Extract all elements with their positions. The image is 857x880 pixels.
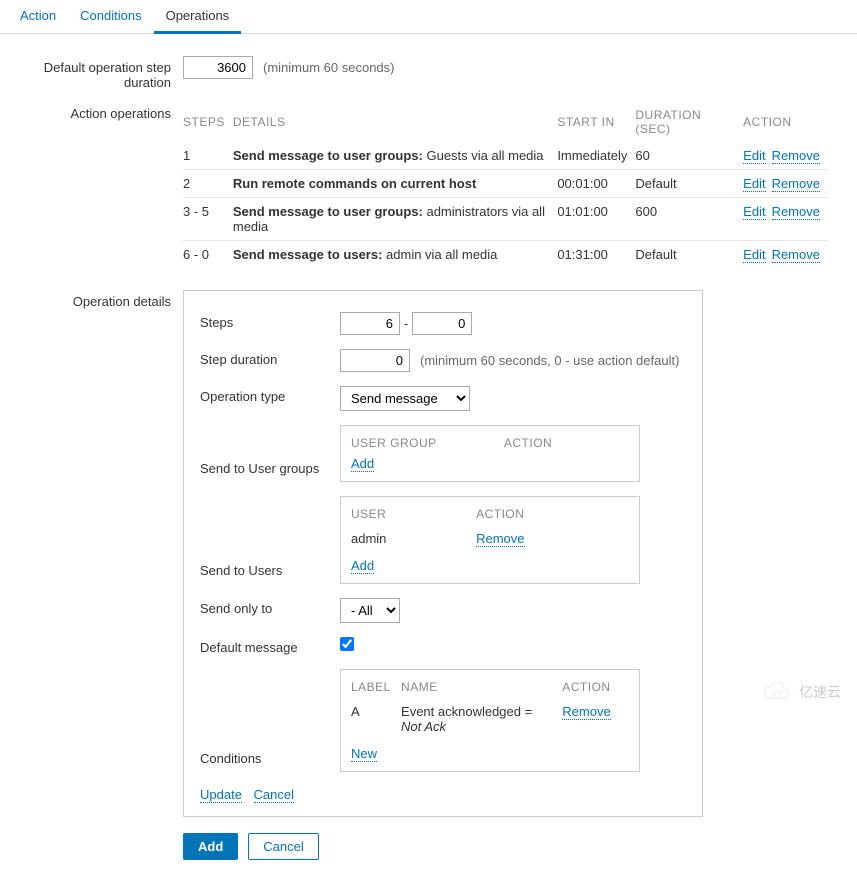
row-operation-details: Operation details Steps - Step duration …: [0, 284, 857, 823]
remove-link[interactable]: Remove: [772, 204, 820, 220]
tab-conditions[interactable]: Conditions: [68, 0, 153, 34]
cell-cond-label: A: [351, 700, 401, 738]
ops-row: 3 - 5 Send message to user groups: admin…: [183, 198, 828, 241]
th-user: USER: [351, 507, 476, 527]
th-cond-action: ACTION: [562, 680, 629, 700]
label-send-only-to: Send only to: [200, 598, 340, 616]
add-user-link[interactable]: Add: [351, 558, 374, 574]
hint-step-duration: (minimum 60 seconds, 0 - use action defa…: [420, 353, 679, 368]
row-default-step-duration: Default operation step duration (minimum…: [0, 50, 857, 96]
checkbox-default-message[interactable]: [340, 637, 354, 651]
remove-link[interactable]: Remove: [772, 148, 820, 164]
select-operation-type[interactable]: Send message: [340, 386, 470, 411]
th-startin: START IN: [557, 102, 635, 142]
label-action-ops: Action operations: [8, 102, 183, 121]
cell-dur: 600: [635, 198, 743, 241]
tab-action[interactable]: Action: [8, 0, 68, 34]
label-send-users: Send to Users: [200, 560, 340, 584]
th-cond-label: LABEL: [351, 680, 401, 700]
edit-link[interactable]: Edit: [743, 204, 765, 220]
hint-default-step: (minimum 60 seconds): [263, 60, 395, 75]
th-details: DETAILS: [233, 102, 557, 142]
cell-steps: 3 - 5: [183, 198, 233, 241]
operation-details-panel: Steps - Step duration (minimum 60 second…: [183, 290, 703, 817]
update-link[interactable]: Update: [200, 787, 242, 803]
cell-cond-name: Event acknowledged = Not Ack: [401, 700, 562, 738]
label-conditions: Conditions: [200, 748, 340, 772]
th-cond-name: NAME: [401, 680, 562, 700]
action-ops-table: STEPS DETAILS START IN DURATION (SEC) AC…: [183, 102, 828, 268]
watermark: 亿速云: [763, 682, 841, 702]
cell-start: Immediately: [557, 142, 635, 170]
remove-link[interactable]: Remove: [772, 176, 820, 192]
ops-row: 2 Run remote commands on current host 00…: [183, 170, 828, 198]
edit-link[interactable]: Edit: [743, 176, 765, 192]
th-action: ACTION: [743, 102, 828, 142]
remove-link[interactable]: Remove: [772, 247, 820, 263]
label-send-user-groups: Send to User groups: [200, 458, 340, 482]
cell-start: 01:31:00: [557, 241, 635, 269]
th-steps: STEPS: [183, 102, 233, 142]
new-condition-link[interactable]: New: [351, 746, 377, 762]
input-default-step-duration[interactable]: [183, 56, 253, 79]
add-button[interactable]: Add: [183, 833, 238, 860]
cloud-icon: [763, 682, 793, 702]
ops-row: 6 - 0 Send message to users: admin via a…: [183, 241, 828, 269]
conditions-box: LABEL NAME ACTION A Event acknowledged =…: [340, 669, 640, 772]
tab-operations[interactable]: Operations: [154, 0, 242, 34]
label-default-step: Default operation step duration: [8, 56, 183, 90]
cell-details: Send message to users: admin via all med…: [233, 241, 557, 269]
cell-details: Send message to user groups: Guests via …: [233, 142, 557, 170]
select-send-only-to[interactable]: - All -: [340, 598, 400, 623]
input-step-from[interactable]: [340, 312, 400, 335]
action-buttons: Add Cancel: [0, 823, 857, 880]
label-step-duration: Step duration: [200, 349, 340, 367]
edit-link[interactable]: Edit: [743, 247, 765, 263]
cancel-button[interactable]: Cancel: [248, 833, 318, 860]
row-action-operations: Action operations STEPS DETAILS START IN…: [0, 96, 857, 274]
tabs: Action Conditions Operations: [0, 0, 857, 34]
cell-steps: 6 - 0: [183, 241, 233, 269]
input-step-to[interactable]: [412, 312, 472, 335]
cell-user: admin: [351, 527, 476, 550]
remove-user-link[interactable]: Remove: [476, 531, 524, 547]
cell-dur: 60: [635, 142, 743, 170]
label-operation-type: Operation type: [200, 386, 340, 404]
cancel-link[interactable]: Cancel: [254, 787, 294, 803]
cell-details: Send message to user groups: administrat…: [233, 198, 557, 241]
cell-steps: 2: [183, 170, 233, 198]
ops-row: 1 Send message to user groups: Guests vi…: [183, 142, 828, 170]
user-groups-box: USER GROUP ACTION Add: [340, 425, 640, 482]
add-user-group-link[interactable]: Add: [351, 456, 374, 472]
th-ug-action: ACTION: [504, 436, 629, 456]
cell-start: 01:01:00: [557, 198, 635, 241]
cell-steps: 1: [183, 142, 233, 170]
cell-dur: Default: [635, 170, 743, 198]
cell-dur: Default: [635, 241, 743, 269]
cell-details: Run remote commands on current host: [233, 170, 557, 198]
label-steps: Steps: [200, 312, 340, 330]
cell-start: 00:01:00: [557, 170, 635, 198]
label-default-message: Default message: [200, 637, 340, 655]
th-duration: DURATION (SEC): [635, 102, 743, 142]
input-step-duration[interactable]: [340, 349, 410, 372]
th-user-group: USER GROUP: [351, 436, 504, 456]
edit-link[interactable]: Edit: [743, 148, 765, 164]
th-user-action: ACTION: [476, 507, 629, 527]
users-box: USER ACTION admin Remove Add: [340, 496, 640, 584]
label-op-details: Operation details: [8, 290, 183, 309]
